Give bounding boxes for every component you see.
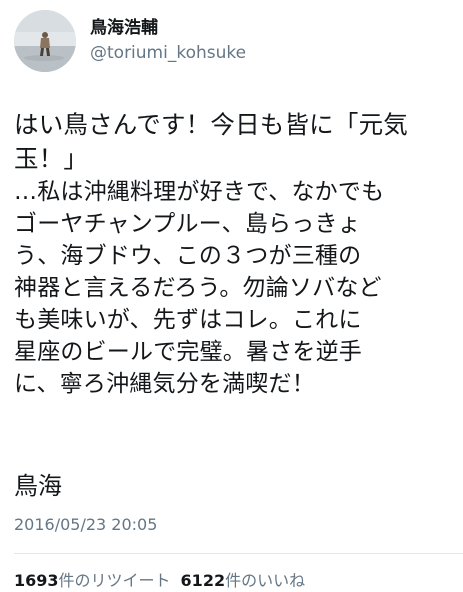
tweet-text: はい鳥さんです！今日も皆に「元気 玉！」 …私は沖縄料理が好きで、なかでも ゴー…	[14, 108, 454, 400]
retweets-stat[interactable]: 1693件のリツイート	[14, 571, 171, 590]
tweet-timestamp[interactable]: 2016/05/23 20:05	[14, 514, 157, 536]
tweet-text-line: も美味いが、先ずはコレ。これに	[14, 307, 362, 333]
tweet-text-line: に、寧ろ沖縄気分を満喫だ！	[14, 371, 315, 397]
tweet-signature: 鳥海	[14, 472, 62, 500]
retweets-count: 1693	[14, 571, 59, 590]
tweet: 鳥海浩輔 @toriumi_kohsuke はい鳥さんです！今日も皆に「元気 玉…	[0, 0, 463, 591]
tweet-text-line: う、海ブドウ、この３つが三種の	[14, 243, 362, 269]
tweet-text-line: ゴーヤチャンプルー、島らっきょ	[14, 211, 361, 237]
avatar-photo-icon	[14, 10, 76, 72]
user-handle[interactable]: @toriumi_kohsuke	[90, 41, 246, 65]
tweet-text-line: 神器と言えるだろう。勿論ソバなど	[14, 275, 382, 301]
likes-stat[interactable]: 6122件のいいね	[181, 571, 306, 590]
likes-label: 件のいいね	[225, 571, 306, 590]
retweets-label: 件のリツイート	[58, 571, 171, 590]
tweet-stats: 1693件のリツイート 6122件のいいね	[14, 570, 305, 592]
tweet-text-line: …私は沖縄料理が好きで、なかでも	[14, 179, 385, 205]
avatar[interactable]	[14, 10, 76, 72]
divider	[14, 553, 463, 554]
likes-count: 6122	[180, 571, 226, 590]
tweet-text-line: はい鳥さんです！今日も皆に「元気	[14, 110, 408, 139]
tweet-text-line: 玉！」	[14, 144, 89, 173]
tweet-header: 鳥海浩輔 @toriumi_kohsuke	[14, 10, 246, 72]
tweet-text-line: 星座のビールで完璧。暑さを逆手	[14, 339, 362, 365]
display-name[interactable]: 鳥海浩輔	[90, 17, 246, 39]
author-names: 鳥海浩輔 @toriumi_kohsuke	[90, 17, 246, 65]
